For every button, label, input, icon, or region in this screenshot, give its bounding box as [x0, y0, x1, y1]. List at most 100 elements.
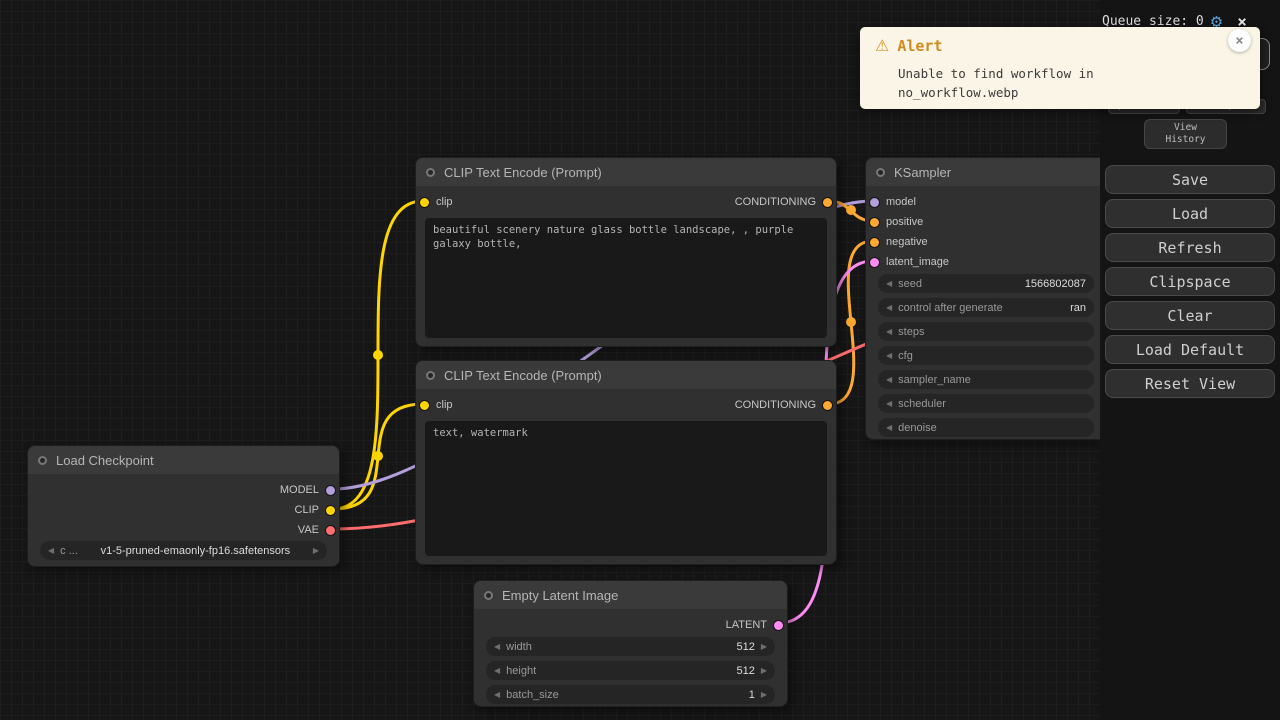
- height-widget[interactable]: ◀ height 512 ▶: [486, 661, 775, 680]
- left-arrow-icon[interactable]: ◀: [886, 303, 892, 312]
- refresh-button[interactable]: Refresh: [1105, 233, 1275, 262]
- reset-view-button[interactable]: Reset View: [1105, 369, 1275, 398]
- latent-port[interactable]: [774, 621, 783, 630]
- width-widget[interactable]: ◀ width 512 ▶: [486, 637, 775, 656]
- node-status-dot: [38, 456, 47, 465]
- left-arrow-icon[interactable]: ◀: [48, 546, 54, 555]
- output-slot-clip[interactable]: CLIP: [295, 500, 335, 520]
- left-arrow-icon[interactable]: ◀: [494, 666, 500, 675]
- left-arrow-icon[interactable]: ◀: [494, 690, 500, 699]
- conditioning-port[interactable]: [823, 401, 832, 410]
- widget-value: 1: [749, 689, 755, 701]
- seed-widget[interactable]: ◀ seed 1566802087: [878, 274, 1094, 293]
- node-header[interactable]: Load Checkpoint: [28, 446, 339, 474]
- right-arrow-icon[interactable]: ▶: [761, 666, 767, 675]
- left-arrow-icon[interactable]: ◀: [886, 423, 892, 432]
- widget-label: height: [506, 665, 536, 677]
- node-clip-text-encode-negative[interactable]: CLIP Text Encode (Prompt) clip CONDITION…: [415, 360, 837, 565]
- output-slot-conditioning[interactable]: CONDITIONING: [735, 192, 832, 212]
- node-title: KSampler: [894, 165, 951, 180]
- prompt-textarea[interactable]: beautiful scenery nature glass bottle la…: [425, 218, 827, 338]
- node-title: CLIP Text Encode (Prompt): [444, 368, 602, 383]
- cfg-widget[interactable]: ◀ cfg: [878, 346, 1094, 365]
- node-title: Empty Latent Image: [502, 588, 618, 603]
- output-slot-latent[interactable]: LATENT: [726, 615, 783, 635]
- node-graph-canvas[interactable]: Load Checkpoint MODEL CLIP VAE ◀ c ... v…: [0, 0, 1280, 720]
- widget-label: batch_size: [506, 689, 559, 701]
- steps-widget[interactable]: ◀ steps: [878, 322, 1094, 341]
- alert-close-button[interactable]: ×: [1228, 29, 1251, 52]
- alert-message: Unable to find workflow in no_workflow.w…: [898, 64, 1094, 102]
- view-history-button[interactable]: View History: [1144, 119, 1227, 149]
- clip-port[interactable]: [326, 506, 335, 515]
- left-arrow-icon[interactable]: ◀: [494, 642, 500, 651]
- sampler-name-widget[interactable]: ◀ sampler_name: [878, 370, 1094, 389]
- node-ksampler[interactable]: KSampler model positive negative latent_…: [865, 157, 1107, 440]
- output-slot-conditioning[interactable]: CONDITIONING: [735, 395, 832, 415]
- node-header[interactable]: KSampler: [866, 158, 1106, 186]
- output-slot-model[interactable]: MODEL: [280, 480, 335, 500]
- prompt-textarea[interactable]: text, watermark: [425, 421, 827, 556]
- clipspace-button[interactable]: Clipspace: [1105, 267, 1275, 296]
- left-arrow-icon[interactable]: ◀: [886, 327, 892, 336]
- clear-button[interactable]: Clear: [1105, 301, 1275, 330]
- link-dot: [846, 205, 856, 215]
- scheduler-widget[interactable]: ◀ scheduler: [878, 394, 1094, 413]
- model-port[interactable]: [870, 198, 879, 207]
- node-header[interactable]: CLIP Text Encode (Prompt): [416, 158, 836, 186]
- alert-toast: ⚠ Alert Unable to find workflow in no_wo…: [860, 27, 1260, 109]
- node-status-dot: [484, 591, 493, 600]
- control-after-generate-widget[interactable]: ◀ control after generate ran: [878, 298, 1094, 317]
- widget-value: ran: [1070, 302, 1086, 314]
- right-arrow-icon[interactable]: ▶: [761, 690, 767, 699]
- left-arrow-icon[interactable]: ◀: [886, 351, 892, 360]
- widget-label: denoise: [898, 422, 937, 434]
- warning-icon: ⚠: [875, 36, 889, 55]
- menu-button-column: Save Load Refresh Clipspace Clear Load D…: [1105, 165, 1275, 403]
- vae-port[interactable]: [326, 526, 335, 535]
- conditioning-port[interactable]: [870, 218, 879, 227]
- output-slot-vae[interactable]: VAE: [298, 520, 335, 540]
- left-arrow-icon[interactable]: ◀: [886, 375, 892, 384]
- node-clip-text-encode-positive[interactable]: CLIP Text Encode (Prompt) clip CONDITION…: [415, 157, 837, 347]
- conditioning-port[interactable]: [823, 198, 832, 207]
- node-status-dot: [426, 168, 435, 177]
- ckpt-name-widget[interactable]: ◀ c ... v1-5-pruned-emaonly-fp16.safeten…: [40, 541, 327, 560]
- alert-title: Alert: [897, 37, 942, 55]
- latent-port[interactable]: [870, 258, 879, 267]
- conditioning-port[interactable]: [870, 238, 879, 247]
- node-header[interactable]: CLIP Text Encode (Prompt): [416, 361, 836, 389]
- denoise-widget[interactable]: ◀ denoise: [878, 418, 1094, 437]
- load-default-button[interactable]: Load Default: [1105, 335, 1275, 364]
- model-port[interactable]: [326, 486, 335, 495]
- clip-port[interactable]: [420, 401, 429, 410]
- widget-label: steps: [898, 326, 924, 338]
- load-button[interactable]: Load: [1105, 199, 1275, 228]
- input-slot-model[interactable]: model: [870, 192, 916, 212]
- widget-value: 512: [736, 665, 754, 677]
- input-slot-latent-image[interactable]: latent_image: [870, 252, 949, 272]
- input-slot-clip[interactable]: clip: [420, 192, 453, 212]
- left-arrow-icon[interactable]: ◀: [886, 399, 892, 408]
- link-dot: [373, 451, 383, 461]
- widget-label: sampler_name: [898, 374, 971, 386]
- right-arrow-icon[interactable]: ▶: [313, 546, 319, 555]
- left-arrow-icon[interactable]: ◀: [886, 279, 892, 288]
- link-dot: [373, 350, 383, 360]
- node-header[interactable]: Empty Latent Image: [474, 581, 787, 609]
- right-arrow-icon[interactable]: ▶: [761, 642, 767, 651]
- node-title: CLIP Text Encode (Prompt): [444, 165, 602, 180]
- batch-size-widget[interactable]: ◀ batch_size 1 ▶: [486, 685, 775, 704]
- input-slot-clip[interactable]: clip: [420, 395, 453, 415]
- node-status-dot: [876, 168, 885, 177]
- input-slot-negative[interactable]: negative: [870, 232, 928, 252]
- save-button[interactable]: Save: [1105, 165, 1275, 194]
- widget-value: 1566802087: [1025, 278, 1086, 290]
- node-empty-latent-image[interactable]: Empty Latent Image LATENT ◀ width 512 ▶ …: [473, 580, 788, 707]
- link-dot: [846, 317, 856, 327]
- input-slot-positive[interactable]: positive: [870, 212, 923, 232]
- widget-label: scheduler: [898, 398, 946, 410]
- widget-label: seed: [898, 278, 922, 290]
- node-load-checkpoint[interactable]: Load Checkpoint MODEL CLIP VAE ◀ c ... v…: [27, 445, 340, 567]
- clip-port[interactable]: [420, 198, 429, 207]
